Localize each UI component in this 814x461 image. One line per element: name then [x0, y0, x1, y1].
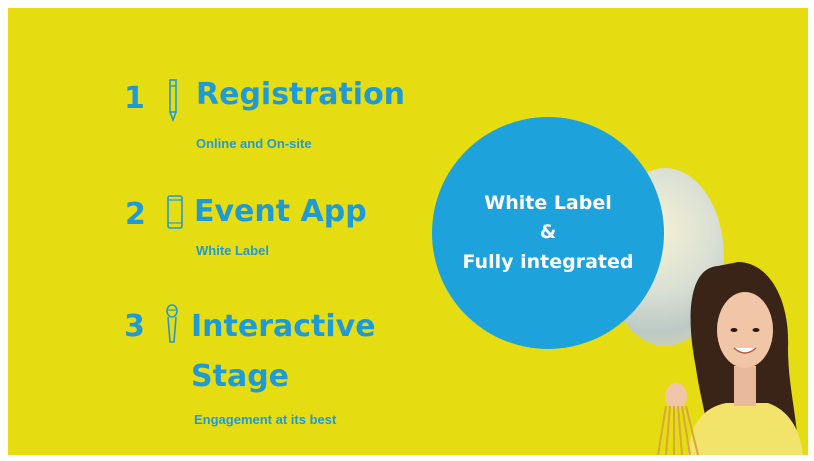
pencil-icon	[166, 78, 180, 127]
item-title-3-line1: Interactive	[191, 309, 376, 344]
item-subtitle-1: Online and On-site	[196, 136, 312, 151]
item-title-1: Registration	[196, 77, 406, 112]
circle-line-2: &	[539, 221, 557, 244]
item-title-2: Event App	[194, 194, 367, 229]
item-subtitle-2: White Label	[196, 243, 269, 258]
item-number-3: 3	[124, 309, 145, 344]
item-title-3-line2: Stage	[191, 359, 290, 394]
smartphone-icon	[166, 194, 184, 235]
item-subtitle-3: Engagement at its best	[194, 412, 337, 427]
circle-line-1: White Label	[484, 191, 612, 214]
item-number-2: 2	[125, 197, 146, 232]
microphone-icon	[164, 304, 180, 349]
slide: 1 Registration Online and On-site 2 Even…	[8, 8, 808, 455]
person-image	[648, 248, 808, 455]
feature-circle: White Label & Fully integrated	[432, 117, 664, 349]
circle-line-3: Fully integrated	[462, 250, 634, 273]
item-number-1: 1	[124, 81, 145, 116]
